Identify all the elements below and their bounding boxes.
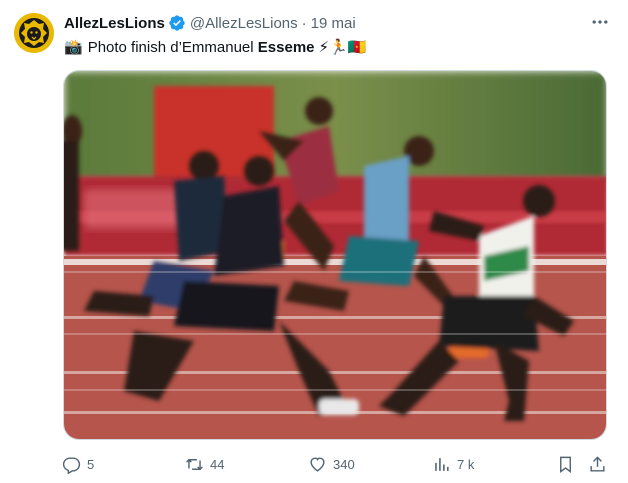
- lion-logo-icon: [14, 13, 54, 53]
- tweet-date[interactable]: 19 mai: [311, 15, 356, 32]
- camera-emoji: 📸: [64, 39, 83, 56]
- display-name[interactable]: AllezLesLions: [64, 15, 165, 32]
- tweet-text: 📸 Photo finish d’Emmanuel Esseme ⚡🏃🇨🇲: [64, 36, 604, 58]
- tweet-photo[interactable]: [63, 70, 607, 440]
- verified-badge-icon[interactable]: [168, 14, 186, 32]
- reply-button[interactable]: 5: [62, 455, 94, 474]
- share-button[interactable]: [588, 455, 613, 474]
- views-count: 7 k: [457, 456, 475, 472]
- heart-icon: [310, 456, 325, 472]
- retweet-count: 44: [210, 456, 225, 472]
- sprint-photo-finish-image: [64, 71, 606, 439]
- tweet-text-emojis: ⚡🏃🇨🇲: [318, 39, 367, 56]
- like-button[interactable]: 340: [308, 455, 355, 474]
- handle[interactable]: @AllezLesLions: [190, 15, 298, 32]
- retweet-icon: [186, 458, 203, 470]
- share-icon: [590, 455, 605, 472]
- tweet-text-bold-name: Esseme: [257, 38, 315, 56]
- bookmark-icon: [560, 456, 571, 473]
- views-chart-icon: [435, 457, 449, 471]
- more-options-icon[interactable]: [590, 12, 610, 32]
- separator-dot: ·: [301, 14, 307, 32]
- like-count: 340: [333, 456, 355, 472]
- reply-count: 5: [87, 456, 95, 472]
- tweet-text-body: Photo finish d’Emmanuel: [87, 38, 258, 56]
- avatar[interactable]: [14, 13, 54, 53]
- views-button[interactable]: 7 k: [432, 455, 474, 474]
- reply-icon: [62, 456, 81, 474]
- tweet-header: AllezLesLions @AllezLesLions · 19 mai: [64, 12, 614, 34]
- retweet-button[interactable]: 44: [185, 455, 224, 474]
- bookmark-button[interactable]: [556, 455, 581, 474]
- tweet-actions: 5 44 340 7 k: [60, 452, 616, 476]
